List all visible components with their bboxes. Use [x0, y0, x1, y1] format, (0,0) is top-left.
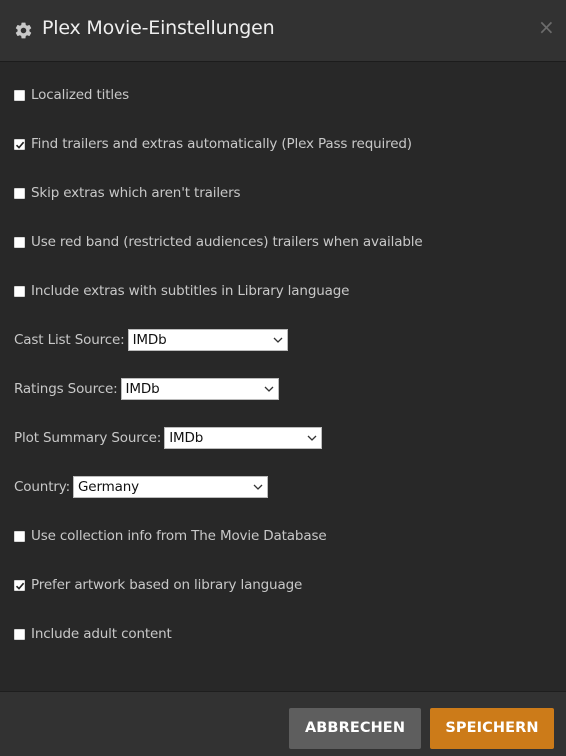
chevron-down-icon [264, 386, 273, 392]
country-label: Country: [14, 479, 70, 495]
extras-subtitles-label: Include extras with subtitles in Library… [31, 283, 350, 299]
setting-prefer-artwork[interactable]: Prefer artwork based on library language [14, 574, 302, 596]
setting-ratings-source: Ratings Source: IMDb [14, 378, 279, 400]
setting-collection-info[interactable]: Use collection info from The Movie Datab… [14, 525, 327, 547]
prefer-artwork-label: Prefer artwork based on library language [31, 577, 303, 593]
find-trailers-checkbox[interactable] [14, 138, 25, 150]
dialog-footer: ABBRECHEN SPEICHERN [0, 691, 566, 756]
red-band-checkbox[interactable] [14, 236, 25, 248]
country-value: Germany [78, 479, 139, 495]
setting-cast-list-source: Cast List Source: IMDb [14, 329, 288, 351]
setting-country: Country: Germany [14, 476, 268, 498]
save-button[interactable]: SPEICHERN [430, 708, 554, 749]
setting-red-band[interactable]: Use red band (restricted audiences) trai… [14, 231, 423, 253]
skip-extras-label: Skip extras which aren't trailers [31, 185, 241, 201]
red-band-label: Use red band (restricted audiences) trai… [31, 234, 423, 250]
plot-summary-source-select[interactable]: IMDb [164, 427, 323, 449]
gear-icon [15, 22, 32, 39]
localized-titles-label: Localized titles [31, 87, 130, 103]
cast-list-source-value: IMDb [132, 332, 167, 348]
plot-summary-source-value: IMDb [169, 430, 204, 446]
setting-plot-summary-source: Plot Summary Source: IMDb [14, 427, 323, 449]
setting-find-trailers[interactable]: Find trailers and extras automatically (… [14, 133, 412, 155]
checkmark-icon [15, 141, 25, 149]
chevron-down-icon [273, 337, 283, 343]
setting-extras-subtitles[interactable]: Include extras with subtitles in Library… [14, 280, 349, 302]
cancel-button[interactable]: ABBRECHEN [289, 708, 421, 749]
dialog-header: Plex Movie-Einstellungen × [0, 0, 566, 62]
setting-adult-content[interactable]: Include adult content [14, 623, 172, 645]
chevron-down-icon [253, 484, 263, 490]
close-icon[interactable]: × [538, 17, 555, 37]
find-trailers-label: Find trailers and extras automatically (… [31, 136, 412, 152]
checkmark-icon [15, 582, 25, 590]
collection-info-label: Use collection info from The Movie Datab… [31, 528, 327, 544]
extras-subtitles-checkbox[interactable] [14, 285, 25, 297]
setting-localized-titles[interactable]: Localized titles [14, 84, 129, 106]
ratings-source-select[interactable]: IMDb [120, 378, 279, 400]
dialog-title: Plex Movie-Einstellungen [42, 17, 275, 39]
chevron-down-icon [307, 435, 317, 441]
localized-titles-checkbox[interactable] [14, 89, 25, 101]
collection-info-checkbox[interactable] [14, 530, 25, 542]
ratings-source-value: IMDb [125, 381, 160, 397]
country-select[interactable]: Germany [73, 476, 268, 498]
setting-skip-extras[interactable]: Skip extras which aren't trailers [14, 182, 241, 204]
skip-extras-checkbox[interactable] [14, 187, 25, 199]
cast-list-source-select[interactable]: IMDb [127, 329, 288, 351]
dialog-body: Localized titles Find trailers and extra… [0, 63, 566, 690]
plot-summary-source-label: Plot Summary Source: [14, 430, 162, 446]
ratings-source-label: Ratings Source: [14, 381, 118, 397]
adult-content-checkbox[interactable] [14, 628, 25, 640]
cast-list-source-label: Cast List Source: [14, 332, 125, 348]
adult-content-label: Include adult content [31, 626, 172, 642]
prefer-artwork-checkbox[interactable] [14, 579, 25, 591]
